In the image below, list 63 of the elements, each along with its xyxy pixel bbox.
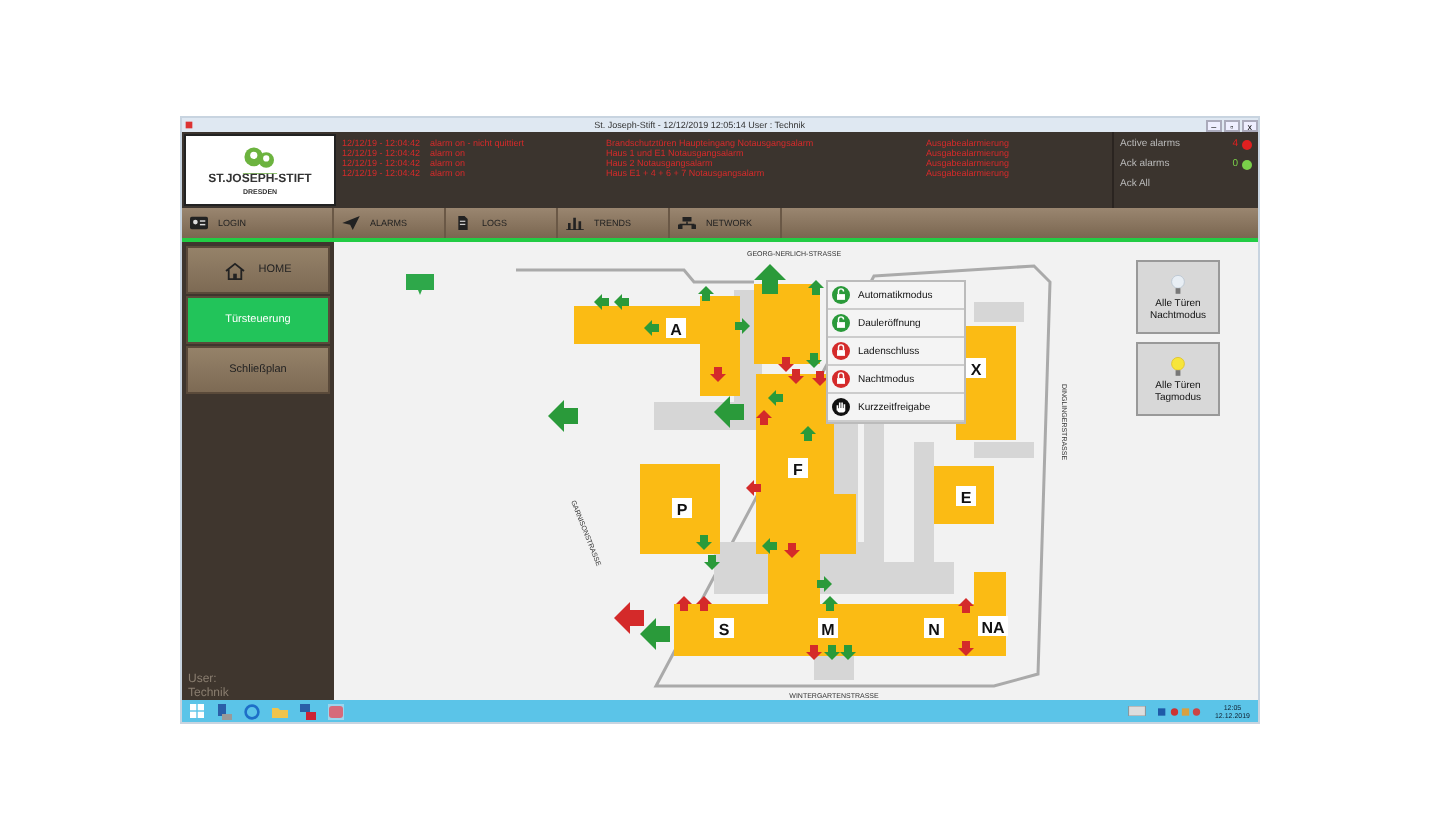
gate-arrow-icon[interactable] (614, 602, 644, 634)
computer-icon[interactable] (216, 703, 232, 719)
door-arrow-icon[interactable] (704, 555, 720, 570)
door-arrow-icon[interactable] (594, 294, 609, 310)
door-arrow-icon[interactable] (746, 480, 761, 496)
door-arrow-icon[interactable] (698, 286, 714, 301)
document-icon (454, 216, 472, 230)
door-arrow-icon[interactable] (768, 390, 783, 406)
door-arrow-icon[interactable] (806, 645, 822, 660)
network-icon (678, 216, 696, 230)
speech-bubble-icon[interactable] (404, 274, 436, 296)
keyboard-icon[interactable] (1128, 706, 1147, 716)
door-arrow-icon[interactable] (958, 641, 974, 656)
door-arrow-icon[interactable] (822, 596, 838, 611)
building-label: NA (978, 616, 1008, 637)
padlock-icon (832, 286, 850, 304)
door-arrow-icon[interactable] (614, 294, 629, 310)
home-icon (224, 261, 247, 279)
door-arrow-icon[interactable] (756, 410, 772, 425)
door-arrow-icon[interactable] (784, 543, 800, 558)
door-arrow-icon[interactable] (644, 320, 659, 336)
network-icon[interactable] (300, 703, 316, 719)
app-icon (184, 120, 194, 130)
door-arrow-icon[interactable] (808, 280, 824, 295)
door-arrow-icon[interactable] (806, 353, 822, 368)
door-arrow-icon[interactable] (840, 645, 856, 660)
building-label: N (924, 618, 944, 639)
building-label: P (672, 498, 692, 519)
building-label: E (956, 486, 976, 507)
building-label: X (966, 358, 986, 379)
paper-plane-icon (342, 216, 360, 230)
gate-arrow-icon[interactable] (754, 264, 786, 294)
gate-arrow-icon[interactable] (548, 400, 578, 432)
door-arrow-icon[interactable] (788, 369, 804, 384)
padlock-icon (832, 342, 850, 360)
door-arrow-icon[interactable] (696, 596, 712, 611)
gate-arrow-icon[interactable] (714, 396, 744, 428)
gate-arrow-icon[interactable] (640, 618, 670, 650)
padlock-icon (832, 370, 850, 388)
door-arrow-icon[interactable] (735, 318, 750, 334)
building-label: A (666, 318, 686, 339)
building-label: S (714, 618, 734, 639)
door-arrow-icon[interactable] (824, 645, 840, 660)
hand-icon (832, 398, 850, 416)
door-arrow-icon[interactable] (817, 576, 832, 592)
windows-start-icon[interactable] (190, 704, 204, 718)
door-arrow-icon[interactable] (958, 598, 974, 613)
door-arrow-icon[interactable] (812, 371, 828, 386)
door-arrow-icon[interactable] (676, 596, 692, 611)
id-card-icon (190, 216, 208, 230)
bar-chart-icon (566, 216, 584, 230)
building (754, 284, 820, 364)
door-arrow-icon[interactable] (800, 426, 816, 441)
door-arrow-icon[interactable] (762, 538, 777, 554)
tray-icons-drawing[interactable] (1158, 705, 1203, 717)
door-arrow-icon[interactable] (696, 535, 712, 550)
browser-icon[interactable] (244, 703, 260, 719)
door-arrow-icon[interactable] (710, 367, 726, 382)
building-label: F (788, 458, 808, 479)
building-label: M (818, 618, 838, 639)
door-arrow-icon[interactable] (778, 357, 794, 372)
padlock-icon (832, 314, 850, 332)
app-icon[interactable] (328, 703, 344, 719)
